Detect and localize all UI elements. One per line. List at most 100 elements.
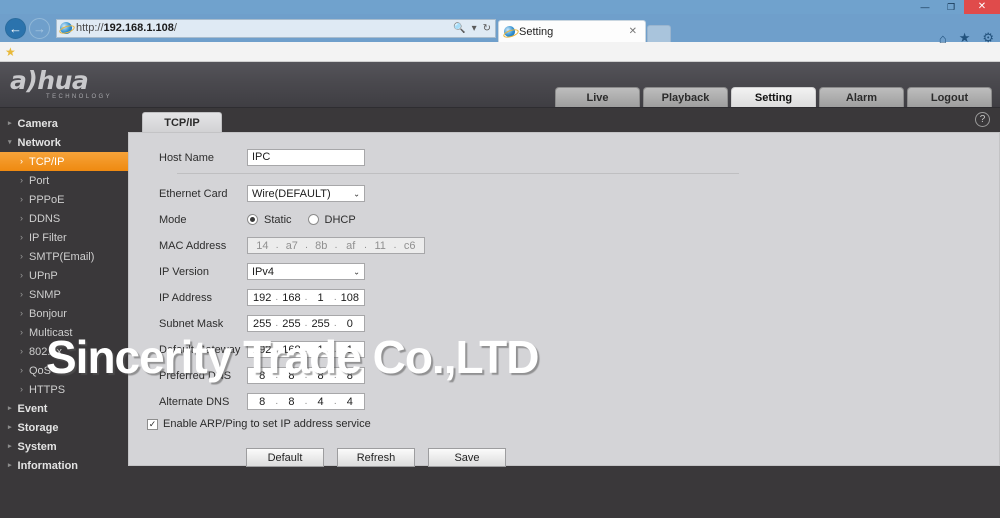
tab-close-icon[interactable]: ✕ bbox=[626, 26, 640, 37]
tab-tcpip[interactable]: TCP/IP bbox=[142, 112, 222, 132]
ip-octet[interactable]: 192 bbox=[250, 292, 274, 304]
home-icon[interactable]: ⌂ bbox=[939, 31, 947, 46]
sidebar-item-snmp[interactable]: › SNMP bbox=[0, 285, 128, 304]
sidebar-item-pppoe[interactable]: › PPPoE bbox=[0, 190, 128, 209]
favorites-star-icon[interactable]: ★ bbox=[5, 46, 16, 58]
sidebar-item-label: Bonjour bbox=[29, 307, 67, 320]
sidebar-item-label: DDNS bbox=[29, 212, 61, 225]
sidebar-item-802-1x[interactable]: › 802.1x bbox=[0, 342, 128, 361]
dns-octet[interactable]: 4 bbox=[338, 396, 362, 408]
subnet-octet[interactable]: 255 bbox=[250, 318, 274, 330]
field-arp-ping[interactable]: ✓ Enable ARP/Ping to set IP address serv… bbox=[129, 418, 999, 430]
sidebar-item-upnp[interactable]: › UPnP bbox=[0, 266, 128, 285]
sidebar-item-ddns[interactable]: › DDNS bbox=[0, 209, 128, 228]
minimize-button[interactable]: — bbox=[912, 0, 938, 14]
sidebar-group-information[interactable]: ▸ Information bbox=[0, 456, 128, 475]
subnet-octet[interactable]: 255 bbox=[308, 318, 332, 330]
dns-octet[interactable]: 8 bbox=[250, 396, 274, 408]
sidebar-item-qos[interactable]: › QoS bbox=[0, 361, 128, 380]
save-button[interactable]: Save bbox=[428, 448, 506, 467]
new-tab-button[interactable] bbox=[647, 25, 671, 42]
gateway-octet[interactable]: 192 bbox=[250, 344, 274, 356]
dns-octet[interactable]: 8 bbox=[279, 370, 303, 382]
sidebar-group-label: Information bbox=[17, 459, 79, 472]
chevron-right-icon: ▸ bbox=[8, 443, 12, 450]
nav-tab-live[interactable]: Live bbox=[555, 87, 640, 107]
dns-octet[interactable]: 8 bbox=[308, 370, 332, 382]
sidebar-group-event[interactable]: ▸ Event bbox=[0, 399, 128, 418]
chevron-right-icon: › bbox=[20, 232, 23, 242]
host-name-input[interactable]: IPC bbox=[247, 149, 365, 166]
subnet-mask-label: Subnet Mask bbox=[159, 317, 224, 330]
nav-tab-alarm[interactable]: Alarm bbox=[819, 87, 904, 107]
gateway-octet[interactable]: 168 bbox=[279, 344, 303, 356]
search-icon[interactable]: 🔍 bbox=[453, 23, 465, 34]
mode-radio-dhcp-label: DHCP bbox=[324, 213, 356, 226]
refresh-icon[interactable]: ↻ bbox=[483, 23, 491, 34]
sidebar-group-camera[interactable]: ▸ Camera bbox=[0, 114, 128, 133]
refresh-button[interactable]: Refresh bbox=[337, 448, 415, 467]
sidebar-item-multicast[interactable]: › Multicast bbox=[0, 323, 128, 342]
address-bar[interactable]: http://192.168.1.108/ 🔍 ▾ ↻ bbox=[56, 18, 496, 38]
close-button[interactable]: ✕ bbox=[964, 0, 1000, 14]
sidebar-item-label: IP Filter bbox=[29, 231, 67, 244]
sidebar-group-network[interactable]: ▾ Network bbox=[0, 133, 128, 152]
nav-tab-setting[interactable]: Setting bbox=[731, 87, 816, 107]
alternate-dns-input[interactable]: 8 . 8 . 4 . 4 bbox=[247, 393, 365, 410]
arp-ping-checkbox[interactable]: ✓ bbox=[147, 418, 158, 430]
nav-tab-playback[interactable]: Playback bbox=[643, 87, 728, 107]
ethernet-card-label: Ethernet Card bbox=[159, 187, 228, 200]
chevron-right-icon: › bbox=[20, 156, 23, 166]
sidebar-nav: ▸ Camera ▾ Network › TCP/IP › Port › PPP… bbox=[0, 108, 128, 518]
browser-tab-setting[interactable]: Setting ✕ bbox=[498, 20, 646, 42]
sidebar-item-bonjour[interactable]: › Bonjour bbox=[0, 304, 128, 323]
mode-radio-dhcp[interactable] bbox=[307, 214, 319, 225]
default-button[interactable]: Default bbox=[246, 448, 324, 467]
dns-octet[interactable]: 8 bbox=[279, 396, 303, 408]
forward-button[interactable]: → bbox=[29, 17, 50, 39]
preferred-dns-input[interactable]: 8 . 8 . 8 . 8 bbox=[247, 367, 365, 384]
default-gateway-input[interactable]: 192 . 168 . 1 . 1 bbox=[247, 341, 365, 358]
dns-octet[interactable]: 4 bbox=[308, 396, 332, 408]
chevron-right-icon: › bbox=[20, 175, 23, 185]
maximize-button[interactable]: ❐ bbox=[938, 0, 964, 14]
ip-version-select[interactable]: IPv4 ⌄ bbox=[247, 263, 365, 280]
alternate-dns-label: Alternate DNS bbox=[159, 395, 230, 408]
back-button[interactable]: ← bbox=[5, 17, 26, 39]
sidebar-group-label: Event bbox=[17, 402, 48, 415]
sidebar-group-system[interactable]: ▸ System bbox=[0, 437, 128, 456]
sidebar-item-https[interactable]: › HTTPS bbox=[0, 380, 128, 399]
gateway-octet[interactable]: 1 bbox=[308, 344, 332, 356]
ip-address-input[interactable]: 192 . 168 . 1 . 108 bbox=[247, 289, 365, 306]
gear-icon[interactable]: ⚙ bbox=[982, 30, 994, 46]
dns-octet[interactable]: 8 bbox=[250, 370, 274, 382]
ip-octet[interactable]: 1 bbox=[308, 292, 332, 304]
ip-octet[interactable]: 108 bbox=[338, 292, 362, 304]
subnet-mask-input[interactable]: 255 . 255 . 255 . 0 bbox=[247, 315, 365, 332]
form-divider bbox=[177, 173, 739, 174]
mac-octet: 11 bbox=[374, 239, 386, 252]
sidebar-group-storage[interactable]: ▸ Storage bbox=[0, 418, 128, 437]
tab-favicon-icon bbox=[504, 26, 515, 37]
sidebar-item-port[interactable]: › Port bbox=[0, 171, 128, 190]
browser-window: — ❐ ✕ ← → http://192.168.1.108/ 🔍 ▾ ↻ Se… bbox=[0, 0, 1000, 518]
sidebar-item-smtp-email[interactable]: › SMTP(Email) bbox=[0, 247, 128, 266]
mode-radio-static[interactable] bbox=[247, 214, 258, 225]
ip-octet[interactable]: 168 bbox=[279, 292, 303, 304]
main-nav: Live Playback Setting Alarm Logout bbox=[555, 87, 992, 107]
sidebar-item-ip-filter[interactable]: › IP Filter bbox=[0, 228, 128, 247]
ethernet-card-select[interactable]: Wire(DEFAULT) ⌄ bbox=[247, 185, 365, 202]
favorites-icon[interactable]: ★ bbox=[959, 30, 971, 46]
chevron-down-icon[interactable]: ▾ bbox=[472, 23, 477, 34]
dns-octet[interactable]: 8 bbox=[338, 370, 362, 382]
help-icon[interactable]: ? bbox=[975, 112, 990, 127]
chevron-down-icon: ⌄ bbox=[353, 189, 360, 198]
gateway-octet[interactable]: 1 bbox=[338, 344, 362, 356]
subnet-octet[interactable]: 0 bbox=[338, 318, 362, 330]
mac-octet: 14 bbox=[256, 239, 269, 252]
sidebar-item-tcpip[interactable]: › TCP/IP bbox=[0, 152, 128, 171]
sidebar-item-label: HTTPS bbox=[29, 383, 66, 396]
nav-tab-logout[interactable]: Logout bbox=[907, 87, 992, 107]
subnet-octet[interactable]: 255 bbox=[279, 318, 303, 330]
preferred-dns-label: Preferred DNS bbox=[159, 369, 232, 382]
